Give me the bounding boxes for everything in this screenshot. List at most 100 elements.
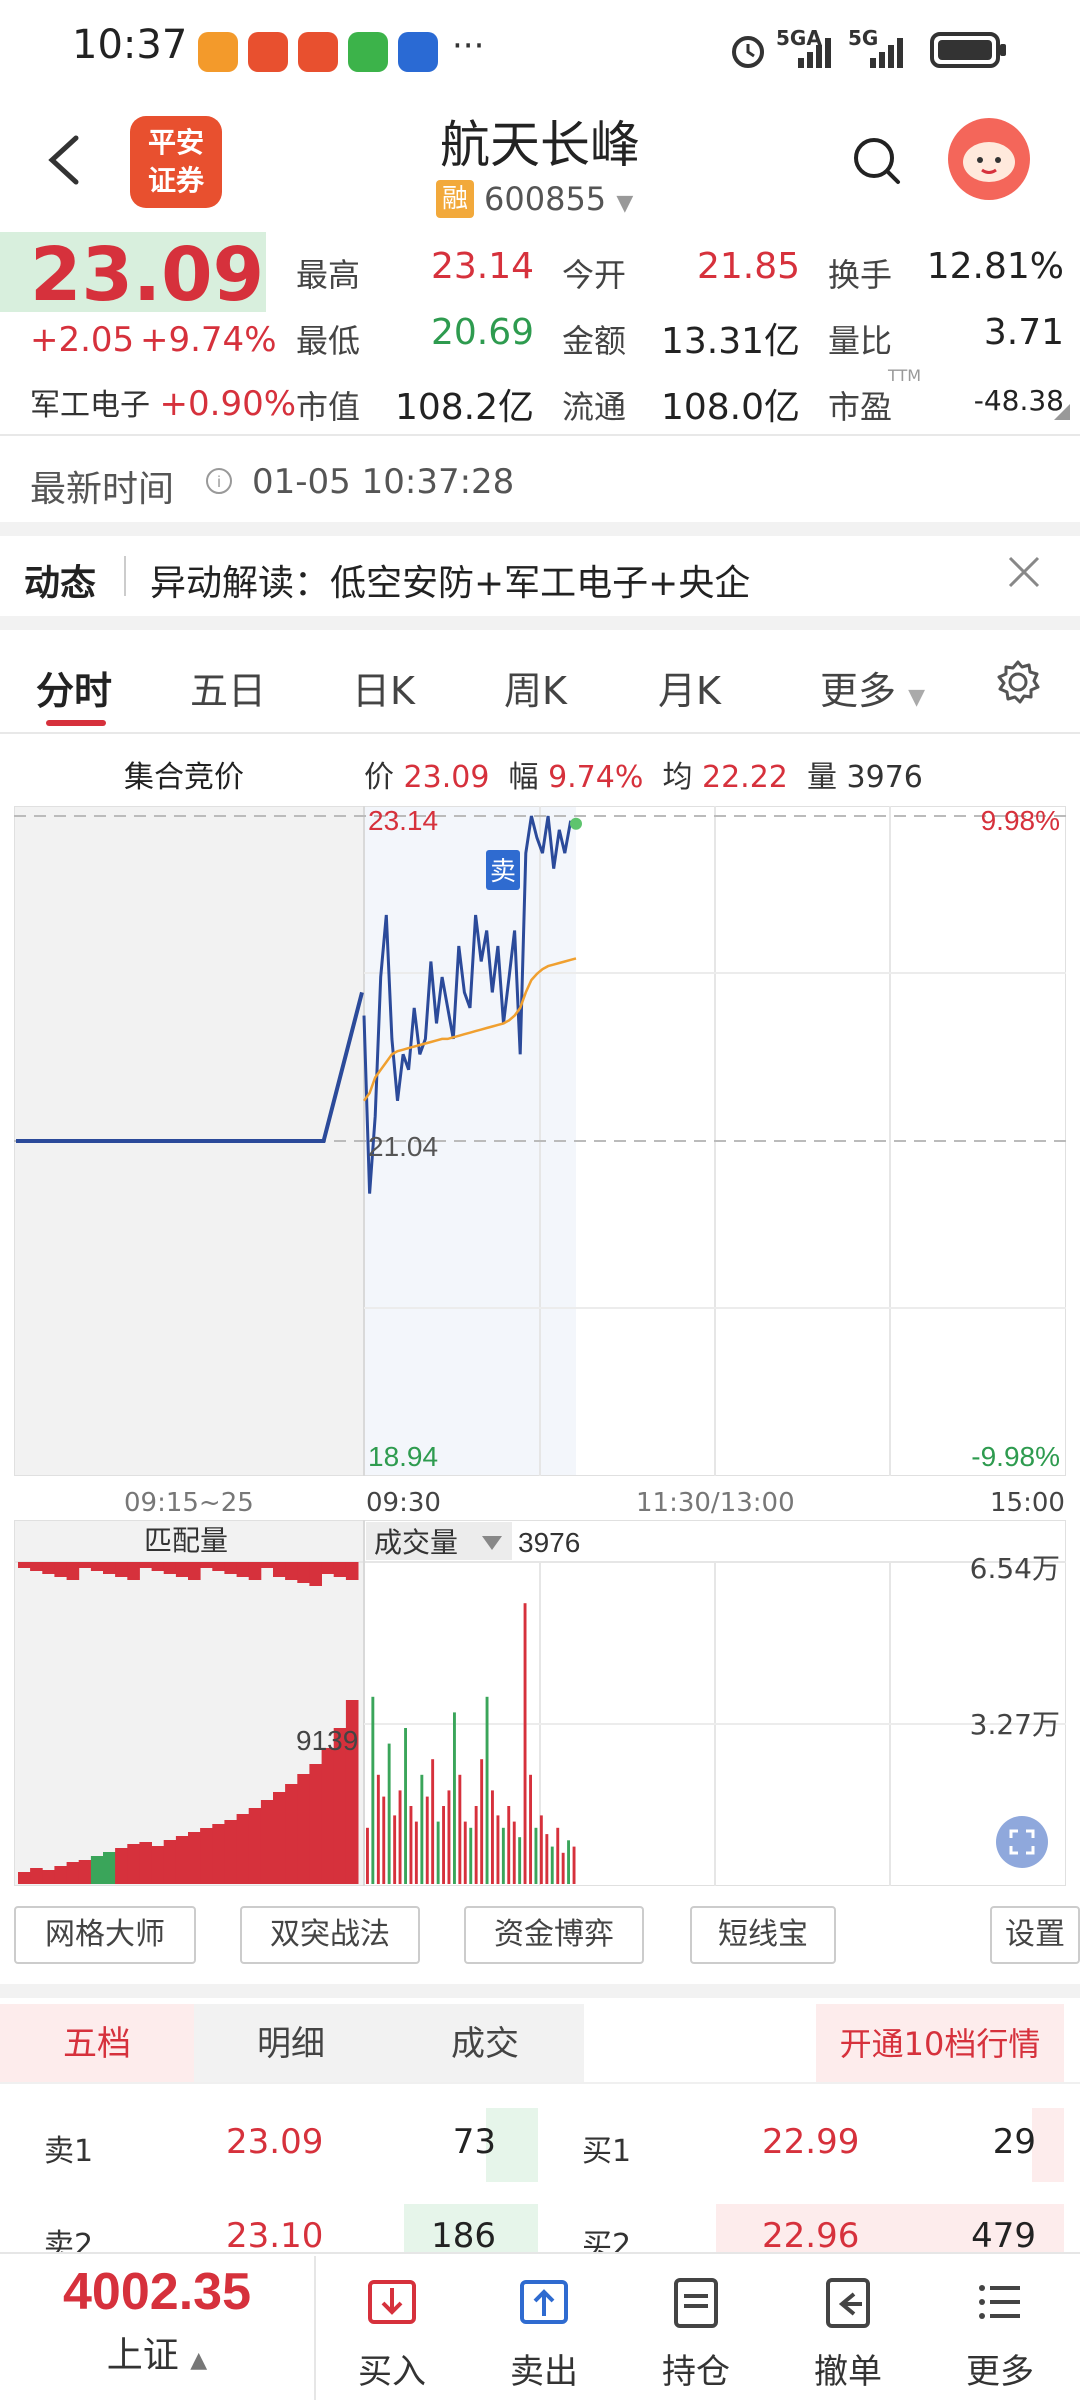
field-open-value: 21.85 — [696, 246, 800, 287]
sell1-qty: 73 — [452, 2122, 496, 2162]
volume-bar — [485, 1696, 489, 1884]
match-volume-bar — [333, 1562, 347, 1577]
match-volume-bar — [66, 1562, 80, 1580]
auction-volume-bar — [297, 1774, 310, 1884]
tab-5day[interactable]: 五日 — [190, 660, 266, 715]
nav-buy[interactable]: 买入 — [332, 2272, 452, 2393]
sell-icon — [520, 2280, 568, 2324]
volume-bar — [523, 1603, 527, 1884]
x-tick-open: 09:30 — [366, 1488, 441, 1518]
nav-cancel-label: 撤单 — [814, 2352, 882, 2392]
auction-volume-bar — [90, 1856, 104, 1884]
buy1-price[interactable]: 22.99 — [762, 2122, 859, 2162]
match-volume-bar — [139, 1562, 152, 1568]
y-min-label: 18.94 — [368, 1441, 438, 1472]
fullscreen-button[interactable] — [996, 1816, 1048, 1868]
volume-bar — [561, 1852, 565, 1884]
match-volume-bar — [321, 1562, 335, 1574]
logo-line1: 平安 — [147, 126, 204, 159]
assistant-avatar[interactable] — [948, 118, 1030, 200]
back-button[interactable] — [40, 130, 90, 190]
nav-sell[interactable]: 卖出 — [484, 2272, 604, 2393]
divider — [0, 732, 1080, 734]
auction-volume-bar — [224, 1820, 237, 1884]
tool-settings-button[interactable]: 设置 — [990, 1906, 1080, 1964]
nav-cancel[interactable]: 撤单 — [788, 2272, 908, 2393]
volume-bar — [382, 1796, 386, 1884]
volume-bar — [463, 1821, 467, 1884]
tab-month-k[interactable]: 月K — [658, 660, 721, 715]
search-icon[interactable] — [848, 132, 904, 188]
auction-volume-bar — [175, 1836, 189, 1884]
auction-volume-bar — [285, 1784, 298, 1884]
tab-day-k[interactable]: 日K — [352, 660, 415, 715]
expand-corner-icon[interactable] — [1054, 404, 1070, 420]
auction-volume-bar — [163, 1840, 177, 1884]
battery-icon — [930, 32, 1006, 68]
tab-details[interactable]: 明细 — [194, 2004, 388, 2084]
index-ticker[interactable]: 4002.35 上证 ▲ — [0, 2262, 314, 2378]
nav-more-label: 更多 — [966, 2352, 1034, 2392]
auction-volume-bar — [66, 1862, 80, 1884]
volume-bar — [501, 1827, 505, 1884]
tool-double-breakout-button[interactable]: 双突战法 — [240, 1906, 420, 1964]
tab-intraday[interactable]: 分时 — [36, 660, 112, 715]
tool-grid-master-button[interactable]: 网格大师 — [14, 1906, 196, 1964]
field-high-value: 23.14 — [430, 246, 534, 287]
x-tick-midday: 11:30/13:00 — [636, 1488, 795, 1518]
info-price-label: 价 — [364, 760, 394, 795]
stock-name: 航天长峰 — [440, 116, 640, 174]
tab-week-k[interactable]: 周K — [504, 660, 567, 715]
field-pe-label: 市盈 — [828, 388, 893, 426]
sell2-qty: 186 — [431, 2216, 496, 2256]
auction-volume-bar — [18, 1872, 31, 1884]
field-float-label: 流通 — [562, 388, 627, 426]
auction-volume-bar — [103, 1852, 116, 1884]
tab-five-levels[interactable]: 五档 — [0, 2004, 194, 2084]
volume-bar — [431, 1759, 435, 1884]
volume-bar — [491, 1790, 494, 1884]
divider — [0, 434, 1080, 436]
stock-code-selector[interactable]: 600855 ▼ — [484, 180, 633, 218]
sell2-price[interactable]: 23.10 — [226, 2216, 323, 2256]
auction-volume-bar — [200, 1828, 213, 1884]
upgrade-level10-button[interactable]: 开通10档行情 — [816, 2004, 1064, 2084]
volume-bar — [550, 1846, 554, 1884]
volume-type-label[interactable]: 成交量 — [374, 1526, 458, 1559]
sell-marker[interactable]: 卖 — [486, 850, 520, 890]
tab-more[interactable]: 更多 ▼ — [820, 660, 925, 715]
news-label: 动态 — [24, 563, 97, 604]
close-icon[interactable] — [1004, 552, 1044, 592]
volume-bar — [436, 1821, 440, 1884]
auction-volume-bar — [30, 1868, 43, 1884]
cancel-order-icon — [826, 2278, 870, 2328]
tool-short-term-button[interactable]: 短线宝 — [690, 1906, 836, 1964]
volume-bar — [512, 1821, 516, 1884]
auction-volume-bar — [188, 1832, 201, 1884]
volume-bar — [534, 1827, 538, 1884]
sell1-price[interactable]: 23.09 — [226, 2122, 323, 2162]
auction-volume-bar — [212, 1824, 225, 1884]
stock-code: 600855 — [484, 180, 607, 218]
volume-bar — [398, 1790, 402, 1884]
volume-bar — [409, 1806, 413, 1884]
nav-more[interactable]: 更多 — [940, 2272, 1060, 2393]
nav-holdings[interactable]: 持仓 — [636, 2272, 756, 2393]
news-text[interactable]: 异动解读：低空安防+军工电子+央企 — [150, 554, 750, 606]
tool-capital-game-button[interactable]: 资金博弈 — [464, 1906, 644, 1964]
info-range-label: 幅 — [508, 760, 539, 795]
auction-peak-label: 9139 — [296, 1725, 358, 1756]
match-volume-bar — [90, 1562, 104, 1571]
field-volratio-label: 量比 — [828, 322, 893, 360]
buy2-price[interactable]: 22.96 — [762, 2216, 859, 2256]
sector-pct: +0.90% — [159, 384, 297, 424]
volume-mid-label: 3.27万 — [970, 1708, 1060, 1741]
tab-trades[interactable]: 成交 — [388, 2004, 582, 2084]
intraday-price-chart[interactable]: 23.14 21.04 18.94 9.98% -9.98% 卖 — [14, 806, 1066, 1476]
volume-chart[interactable]: 匹配量 成交量 3976 6.54万 3.27万 9139 — [14, 1520, 1066, 1886]
info-icon[interactable]: i — [204, 466, 234, 496]
app-notification-icon — [298, 32, 338, 72]
sector-row[interactable]: 军工电子 +0.90% — [30, 380, 296, 424]
gear-icon[interactable] — [994, 658, 1042, 706]
chart-tabs: 分时 五日 日K 周K 月K 更多 ▼ — [0, 630, 1080, 734]
